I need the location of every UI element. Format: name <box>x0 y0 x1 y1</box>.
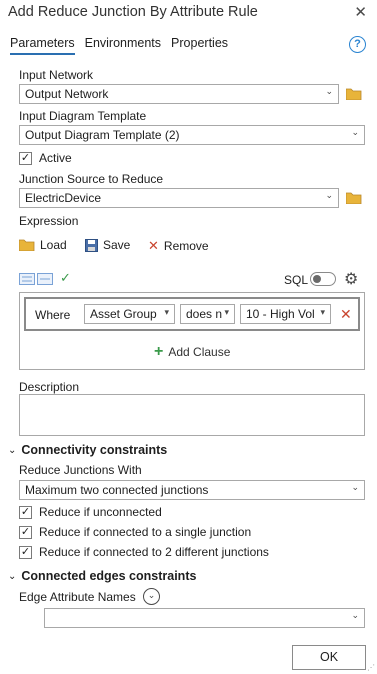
add-clause-label: Add Clause <box>168 345 231 359</box>
tab-bar: Parameters Environments Properties <box>10 36 228 55</box>
active-checkbox[interactable]: ✓ <box>19 152 32 165</box>
caret-down-icon: ▾ <box>164 307 169 317</box>
reduce-two-label: Reduce if connected to 2 different junct… <box>39 545 269 559</box>
window-title: Add Reduce Junction By Attribute Rule <box>8 4 258 20</box>
sql-mode-icon[interactable] <box>37 273 53 285</box>
reduce-single-checkbox[interactable]: ✓ <box>19 526 32 539</box>
connectivity-section-header[interactable]: ⌄ Connectivity constraints <box>8 443 167 457</box>
template-value: Output Diagram Template (2) <box>25 128 180 142</box>
chevron-down-icon: ⌄ <box>325 190 333 200</box>
reduce-with-value: Maximum two connected junctions <box>25 483 209 497</box>
caret-down-icon: ▾ <box>320 307 325 317</box>
input-network-label: Input Network <box>19 68 94 82</box>
reduce-single-label: Reduce if connected to a single junction <box>39 525 252 539</box>
chevron-down-icon: ⌄ <box>325 86 333 96</box>
sql-toggle[interactable] <box>310 272 336 286</box>
tab-environments[interactable]: Environments <box>85 36 161 55</box>
description-textarea[interactable] <box>19 394 365 436</box>
expression-label: Expression <box>19 214 79 228</box>
chevron-down-icon: ⌄ <box>8 444 17 456</box>
reduce-unconnected-checkbox[interactable]: ✓ <box>19 506 32 519</box>
reduce-with-label: Reduce Junctions With <box>19 463 142 477</box>
edges-section-title: Connected edges constraints <box>21 569 197 583</box>
input-network-value: Output Network <box>25 87 109 101</box>
reduce-two-checkbox[interactable]: ✓ <box>19 546 32 559</box>
junction-source-label: Junction Source to Reduce <box>19 172 164 186</box>
remove-label: Remove <box>163 239 209 253</box>
folder-icon[interactable] <box>346 192 362 204</box>
tab-parameters[interactable]: Parameters <box>10 36 75 55</box>
edge-attr-combo[interactable]: ⌄ <box>44 608 365 628</box>
folder-open-icon <box>19 239 35 251</box>
clause-mode-icon[interactable] <box>19 273 35 285</box>
plus-icon: + <box>154 343 164 360</box>
connectivity-section-title: Connectivity constraints <box>21 443 168 457</box>
chevron-down-icon: ⌄ <box>351 482 359 492</box>
load-button[interactable]: Load <box>19 238 67 252</box>
remove-button[interactable]: ✕ Remove <box>148 238 209 254</box>
active-label: Active <box>39 151 72 165</box>
where-label: Where <box>35 308 71 322</box>
ok-button[interactable]: OK <box>292 645 366 670</box>
value-text: 10 - High Vol <box>246 307 315 321</box>
description-label: Description <box>19 380 80 394</box>
add-clause-button[interactable]: + Add Clause <box>154 343 231 360</box>
reduce-unconnected-label: Reduce if unconnected <box>39 505 162 519</box>
edge-attr-label: Edge Attribute Names <box>19 590 136 604</box>
chevron-down-icon: ⌄ <box>8 570 17 582</box>
expand-chevron-icon[interactable]: ⌄ <box>143 588 160 605</box>
chevron-down-icon: ⌄ <box>351 127 359 137</box>
help-icon[interactable]: ? <box>349 36 366 53</box>
junction-source-combo[interactable]: ElectricDevice ⌄ <box>19 188 339 208</box>
verify-check-icon[interactable]: ✓ <box>60 270 71 286</box>
reduce-with-combo[interactable]: Maximum two connected junctions ⌄ <box>19 480 365 500</box>
title-bar: Add Reduce Junction By Attribute Rule ✕ <box>0 0 377 26</box>
load-label: Load <box>40 238 67 252</box>
folder-icon[interactable] <box>346 88 362 100</box>
operator-combo[interactable]: does n ▾ <box>180 304 235 324</box>
template-label: Input Diagram Template <box>19 109 147 123</box>
value-combo[interactable]: 10 - High Vol ▾ <box>240 304 331 324</box>
save-button[interactable]: Save <box>85 238 130 252</box>
expression-builder: Where Asset Group ▾ does n ▾ 10 - High V… <box>19 292 365 370</box>
caret-down-icon: ▾ <box>224 307 229 317</box>
remove-clause-icon[interactable]: ✕ <box>340 306 352 323</box>
save-icon <box>85 238 98 252</box>
resize-grip-icon[interactable]: ⋰ <box>367 663 375 672</box>
where-clause-row: Where Asset Group ▾ does n ▾ 10 - High V… <box>24 297 360 331</box>
tab-properties[interactable]: Properties <box>171 36 228 55</box>
field-combo[interactable]: Asset Group ▾ <box>84 304 175 324</box>
gear-icon[interactable]: ⚙ <box>344 269 358 289</box>
template-combo[interactable]: Output Diagram Template (2) ⌄ <box>19 125 365 145</box>
close-icon[interactable]: ✕ <box>354 3 367 21</box>
chevron-down-icon: ⌄ <box>351 610 359 620</box>
save-label: Save <box>103 238 131 252</box>
edges-section-header[interactable]: ⌄ Connected edges constraints <box>8 569 196 583</box>
input-network-combo[interactable]: Output Network ⌄ <box>19 84 339 104</box>
close-icon: ✕ <box>148 238 159 253</box>
junction-source-value: ElectricDevice <box>25 191 102 205</box>
field-value: Asset Group <box>90 307 157 321</box>
sql-label: SQL <box>284 273 309 287</box>
operator-value: does n <box>186 307 223 321</box>
